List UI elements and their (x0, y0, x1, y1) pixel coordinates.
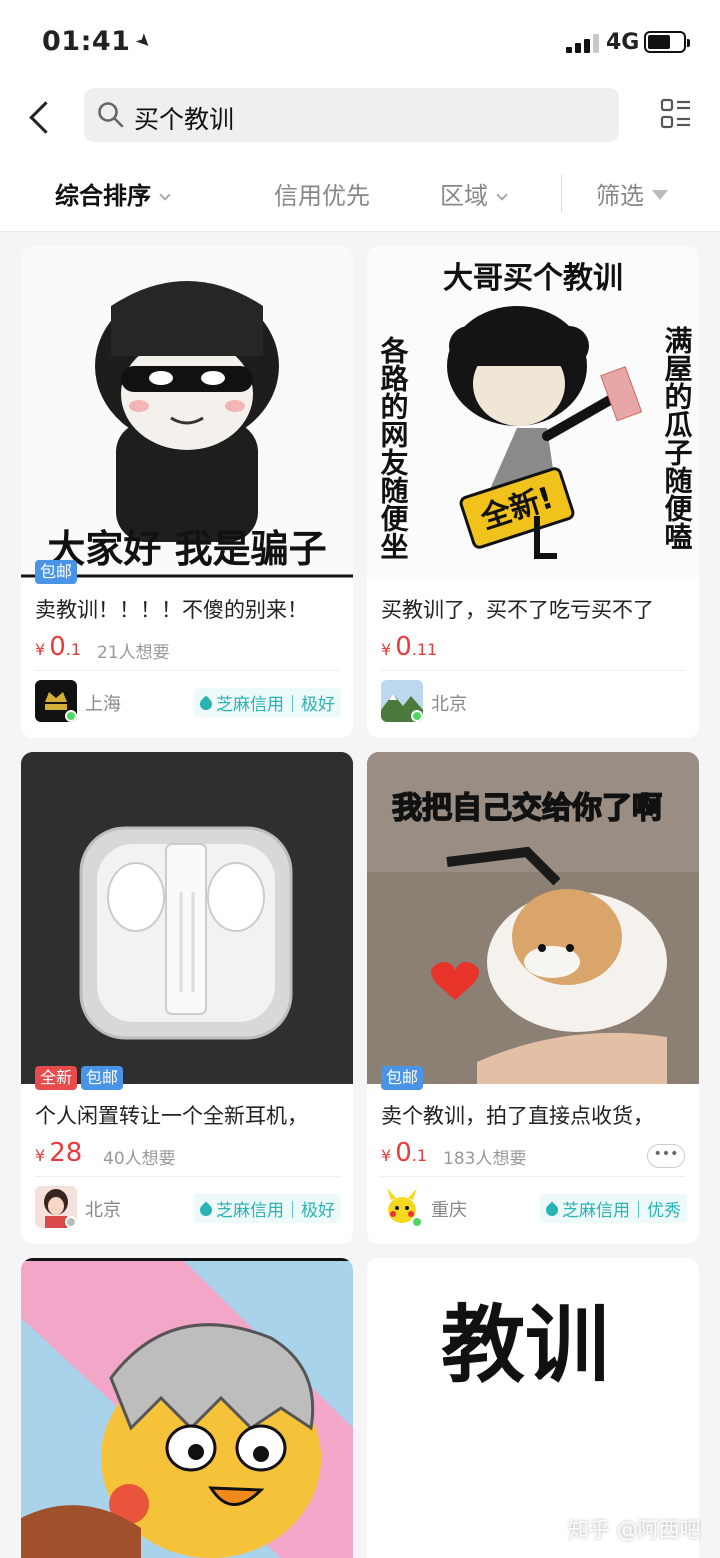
product-image[interactable] (21, 752, 353, 1084)
product-title: 卖个教训，拍了直接点收货， (381, 1104, 654, 1128)
product-card[interactable]: 教训 (367, 1258, 699, 1558)
credit-badge: 芝麻信用｜极好 (194, 1194, 341, 1223)
search-icon (98, 102, 124, 128)
price: ¥0.11 (381, 632, 438, 662)
offline-indicator (65, 1216, 77, 1228)
image-caption: 我把自己交给你了啊 (392, 791, 662, 826)
chevron-down-icon (159, 189, 171, 201)
tag-list: 包邮 (381, 1066, 424, 1090)
product-card[interactable] (21, 1258, 353, 1558)
sesame-credit-icon (197, 1201, 215, 1219)
seller-city: 上海 (85, 694, 121, 715)
tag-list: 全新 包邮 (35, 1066, 124, 1090)
status-time: 01:41➤ (42, 26, 158, 57)
seller-city: 重庆 (431, 1200, 467, 1221)
price: ¥28 (35, 1138, 83, 1168)
funnel-icon (652, 190, 668, 200)
sesame-credit-icon (543, 1201, 561, 1219)
filter-bar: 综合排序 信用优先 区域 筛选 (0, 156, 720, 232)
battery-icon (644, 31, 690, 53)
divider (381, 670, 685, 671)
search-header: 买个教训 (0, 84, 720, 156)
price: ¥0.1 (381, 1138, 427, 1168)
product-title: 买教训了，买不了吃亏买不了 (381, 598, 654, 622)
location-arrow-icon: ➤ (131, 28, 158, 55)
product-image[interactable]: 大哥买个教训 各路的网友随便坐 满屋的瓜子随便嗑 全新! (367, 246, 699, 578)
status-bar: 01:41➤ 4G (0, 0, 720, 84)
image-caption: 大哥买个教训 (443, 261, 623, 296)
filter-button[interactable]: 筛选 (596, 176, 668, 211)
online-indicator (65, 710, 77, 722)
wants-count: 183人想要 (443, 1149, 527, 1169)
online-indicator (411, 710, 423, 722)
image-caption: 大家好 我是骗子 (47, 527, 326, 571)
seller-city: 北京 (85, 1200, 121, 1221)
tag-list: 包邮 (35, 560, 78, 584)
grid-list-toggle-icon[interactable] (660, 98, 692, 130)
online-indicator (411, 1216, 423, 1228)
network-type: 4G (606, 30, 640, 55)
tag-brand-new: 全新 (35, 1066, 78, 1090)
product-image[interactable]: 大家好 我是骗子 (21, 246, 353, 578)
watermark: 知乎 @阿西吧 (568, 1518, 701, 1542)
seller-city: 北京 (431, 694, 467, 715)
product-image[interactable] (21, 1258, 353, 1558)
credit-first-tab[interactable]: 信用优先 (274, 176, 370, 211)
tag-free-shipping: 包邮 (35, 560, 78, 584)
sort-dropdown[interactable]: 综合排序 (55, 176, 171, 211)
wants-count: 21人想要 (97, 643, 170, 663)
product-card[interactable]: 大家好 我是骗子 包邮 卖教训！！！！不傻的别来！ ¥0.1 21人想要 上海 … (21, 246, 353, 738)
product-card[interactable]: 全新 包邮 个人闲置转让一个全新耳机， ¥28 40人想要 北京 芝麻信用｜极好 (21, 752, 353, 1244)
search-query: 买个教训 (134, 105, 235, 134)
divider (381, 1176, 685, 1177)
divider (35, 1176, 339, 1177)
search-input[interactable]: 买个教训 (84, 88, 619, 142)
divider (561, 174, 562, 212)
image-caption: 教训 (441, 1296, 609, 1394)
back-button[interactable] (22, 94, 62, 140)
tag-free-shipping: 包邮 (381, 1066, 424, 1090)
wants-count: 40人想要 (103, 1149, 176, 1169)
image-right-text: 满屋的瓜子随便嗑 (661, 326, 694, 550)
product-image[interactable]: 我把自己交给你了啊 (367, 752, 699, 1084)
divider (35, 670, 339, 671)
tag-free-shipping: 包邮 (81, 1066, 124, 1090)
more-options-button[interactable]: ••• (647, 1144, 685, 1168)
price: ¥0.1 (35, 632, 81, 662)
region-dropdown[interactable]: 区域 (440, 176, 508, 211)
cellular-signal-icon (566, 33, 602, 53)
product-title: 卖教训！！！！不傻的别来！ (35, 598, 308, 622)
credit-badge: 芝麻信用｜极好 (194, 688, 341, 717)
product-card[interactable]: 大哥买个教训 各路的网友随便坐 满屋的瓜子随便嗑 全新! 买教训了，买不了吃亏买… (367, 246, 699, 738)
credit-badge: 芝麻信用｜优秀 (540, 1194, 687, 1223)
image-left-text: 各路的网友随便坐 (377, 335, 410, 560)
sesame-credit-icon (197, 695, 215, 713)
product-title: 个人闲置转让一个全新耳机， (35, 1104, 308, 1128)
chevron-down-icon (496, 189, 508, 201)
product-card[interactable]: 我把自己交给你了啊 包邮 卖个教训，拍了直接点收货， ¥0.1 183人想要 •… (367, 752, 699, 1244)
product-image[interactable]: 教训 (367, 1258, 699, 1558)
